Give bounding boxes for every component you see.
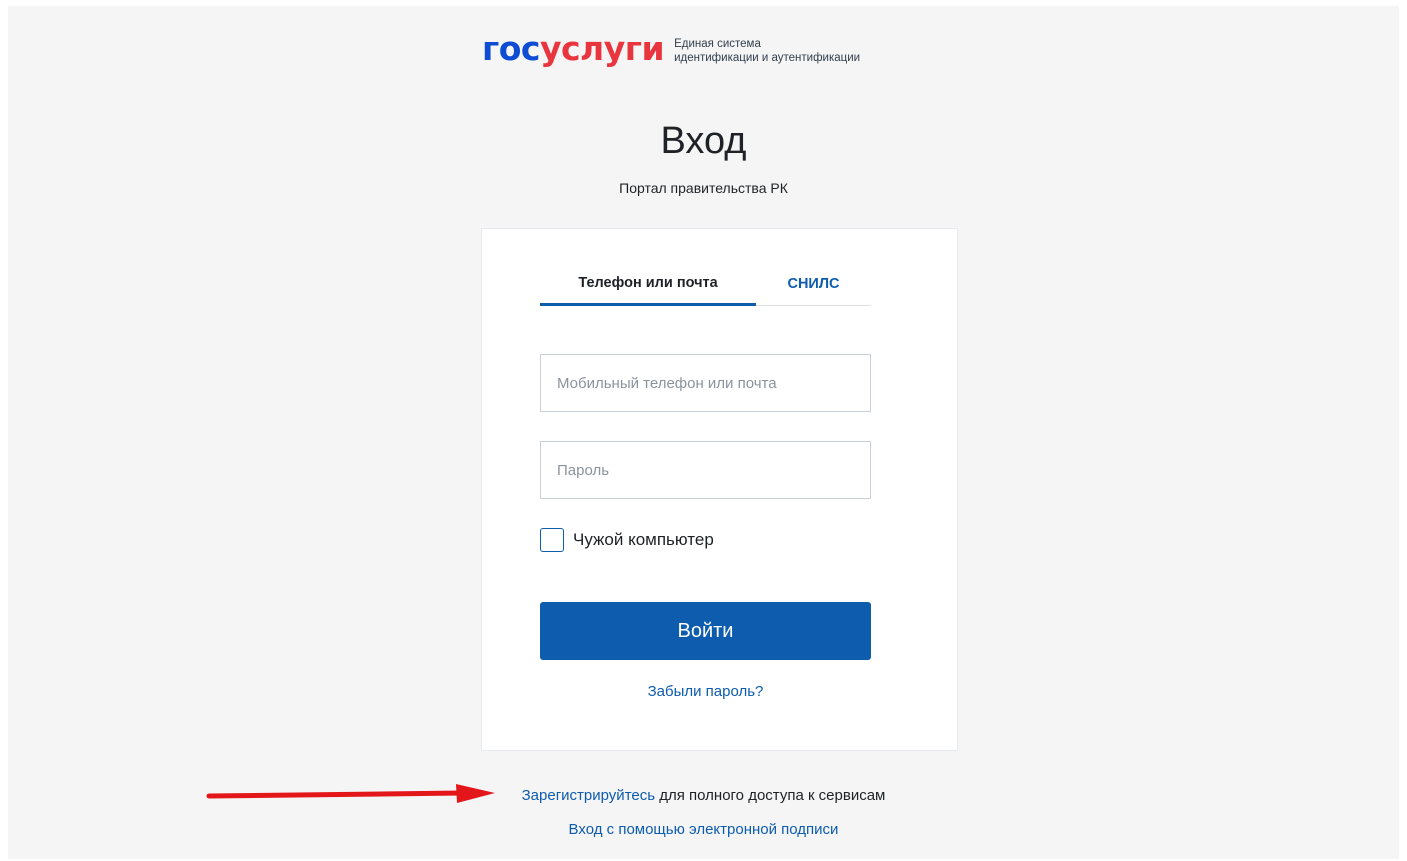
logo-wordmark: госуслуги [482,32,665,70]
logo-caption-line2: идентификации и аутентификации [674,52,861,64]
register-link[interactable]: Зарегистрируйтесь [522,787,655,804]
password-input[interactable] [540,441,871,499]
page-subtitle: Портал правительства РК [619,180,788,196]
esign-login-link[interactable]: Вход с помощью электронной подписи [0,821,1407,838]
logo-caption: Единая система идентификации и аутентифи… [674,37,860,65]
login-tabs: Телефон или почта СНИЛС [540,262,871,306]
register-description: для полного доступа к сервисам [655,787,886,804]
tab-phone-or-email[interactable]: Телефон или почта [540,262,756,306]
login-button[interactable]: Войти [540,602,871,660]
forgot-password-link[interactable]: Забыли пароль? [540,683,871,700]
login-input[interactable] [540,354,871,412]
logo-gos: гос [482,29,540,68]
register-line: Зарегистрируйтесь для полного доступа к … [0,787,1407,804]
tab-snils[interactable]: СНИЛС [756,262,871,306]
logo-uslugi: услуги [539,29,665,68]
logo-caption-line1: Единая система [674,38,761,50]
page-title: Вход [660,120,747,162]
foreign-computer-checkbox[interactable] [540,528,564,552]
foreign-computer-checkbox-row[interactable]: Чужой компьютер [540,528,714,552]
gosuslugi-logo[interactable]: госуслуги Единая система идентификации и… [482,32,860,70]
foreign-computer-label[interactable]: Чужой компьютер [573,530,714,550]
